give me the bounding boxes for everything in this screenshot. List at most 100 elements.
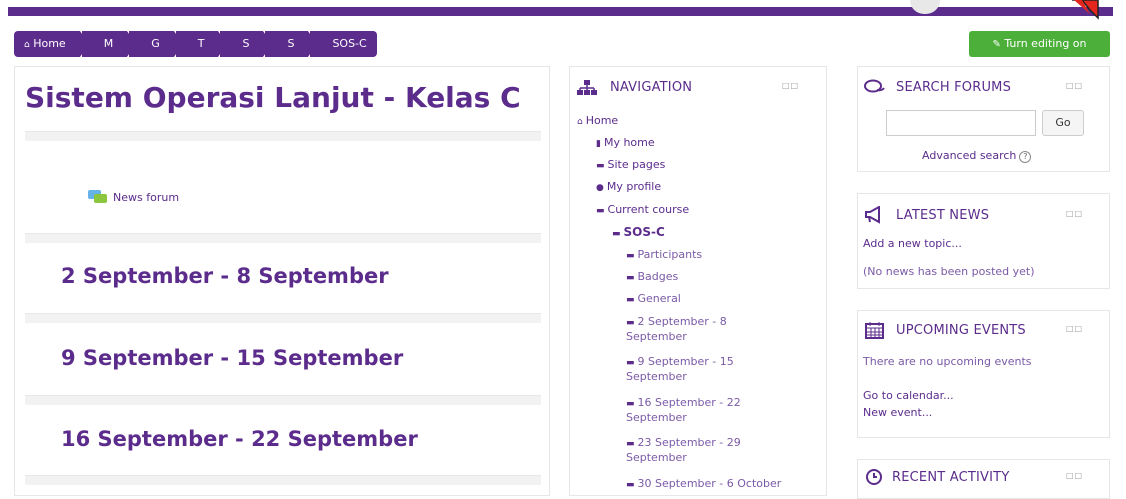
page-icon: ▮ [596, 139, 601, 149]
search-forums-input[interactable] [886, 110, 1036, 136]
breadcrumb-label: G [151, 37, 160, 50]
section-divider [25, 395, 541, 405]
nav-item-general[interactable]: ▬ General [626, 292, 681, 307]
new-event-link[interactable]: New event... [863, 406, 932, 419]
nav-item-current-course[interactable]: ▬ Current course [596, 203, 689, 218]
folder-icon: ▬ [596, 206, 605, 216]
breadcrumb-label: S [287, 37, 295, 50]
forum-icon [88, 190, 107, 203]
search-forums-title: SEARCH FORUMS [896, 80, 1012, 95]
nav-item-site-pages[interactable]: ▬ Site pages [596, 158, 665, 173]
nav-item-label: Home [585, 114, 619, 127]
folder-icon: ▬ [626, 439, 635, 449]
nav-item-home[interactable]: ⌂ Home [577, 114, 618, 129]
user-icon: ● [596, 183, 604, 193]
news-forum-link[interactable]: News forum [87, 189, 179, 205]
breadcrumb-home[interactable]: ⌂ Home [14, 31, 89, 57]
breadcrumb-label: T [197, 37, 205, 50]
latest-news-block: LATEST NEWS □□ Add a new topic... (No ne… [857, 193, 1110, 289]
nav-item-week-4[interactable]: ▬ 23 September - 29 September [626, 436, 741, 465]
no-news-text: (No news has been posted yet) [863, 265, 1035, 278]
nav-item-week-1[interactable]: ▬ 2 September - 8 September [626, 315, 727, 344]
nav-item-label: 9 September - 15 [637, 355, 734, 368]
nav-item-label: Badges [637, 270, 679, 283]
recent-activity-block: RECENT ACTIVITY □□ [857, 459, 1110, 499]
nav-item-label: Site pages [607, 158, 666, 171]
advanced-search-link[interactable]: Advanced search? [922, 149, 1032, 163]
advanced-search-label: Advanced search [922, 149, 1017, 162]
course-content: Sistem Operasi Lanjut - Kelas C News for… [14, 66, 550, 496]
nav-item-label-cont: September [626, 451, 687, 464]
nav-item-week-2[interactable]: ▬ 9 September - 15 September [626, 355, 734, 384]
week-heading: 9 September - 15 September [61, 346, 404, 370]
folder-icon: ▬ [626, 399, 635, 409]
home-icon: ⌂ [24, 40, 30, 50]
nav-item-label-cont: September [626, 370, 687, 383]
nav-item-badges[interactable]: ▬ Badges [626, 270, 678, 285]
nav-item-week-5[interactable]: ▬ 30 September - 6 October [626, 477, 781, 492]
folder-icon: ▬ [626, 273, 635, 283]
latest-news-title: LATEST NEWS [896, 208, 990, 223]
nav-item-label: 30 September - 6 October [637, 477, 782, 490]
week-heading: 2 September - 8 September [61, 264, 389, 288]
navbar-strip [8, 7, 1113, 16]
add-topic-link[interactable]: Add a new topic... [863, 237, 962, 250]
nav-item-label: 23 September - 29 [637, 436, 741, 449]
section-divider [25, 475, 541, 485]
turn-editing-on-button[interactable]: ✎ Turn editing on [969, 31, 1110, 57]
nav-item-my-home[interactable]: ▮ My home [596, 136, 655, 151]
upcoming-events-title: UPCOMING EVENTS [896, 323, 1026, 338]
sitemap-icon [577, 80, 597, 95]
folder-icon: ▬ [626, 480, 635, 490]
help-icon[interactable]: ? [1019, 151, 1032, 163]
course-title: Sistem Operasi Lanjut - Kelas C [25, 81, 521, 114]
block-controls-icon[interactable]: □□ [1066, 471, 1083, 480]
block-controls-icon[interactable]: □□ [1066, 324, 1083, 333]
go-button[interactable]: Go [1042, 110, 1084, 136]
navigation-block: NAVIGATION □□ ⌂ Home ▮ My home ▬ Site pages… [569, 66, 827, 496]
nav-item-label-cont: September [626, 330, 687, 343]
upcoming-events-block: UPCOMING EVENTS □□ There are no upcoming… [857, 310, 1110, 438]
home-icon: ⌂ [577, 117, 583, 127]
breadcrumb: ⌂ Home M G T S S SOS-C [14, 31, 379, 57]
breadcrumb-current[interactable]: SOS-C [310, 31, 377, 57]
no-events-text: There are no upcoming events [863, 355, 1032, 368]
nav-item-label: SOS-C [623, 225, 665, 239]
nav-item-participants[interactable]: ▬ Participants [626, 248, 702, 263]
breadcrumb-label: M [103, 37, 114, 50]
red-arrow-annotation [1072, 0, 1099, 20]
nav-item-label: Current course [607, 203, 690, 216]
section-divider [25, 313, 541, 323]
edit-icon: ✎ [992, 39, 1001, 50]
folder-icon: ▬ [626, 318, 635, 328]
calendar-icon [865, 322, 884, 339]
recent-activity-title: RECENT ACTIVITY [892, 470, 1010, 485]
folder-icon: ▬ [626, 358, 635, 368]
megaphone-icon [865, 206, 880, 224]
chat-icon [864, 79, 885, 93]
breadcrumb-label: SOS-C [332, 37, 367, 50]
block-controls-icon[interactable]: □□ [1066, 209, 1083, 218]
section-divider [25, 233, 541, 243]
nav-item-week-3[interactable]: ▬ 16 September - 22 September [626, 396, 741, 425]
nav-item-label: My home [603, 136, 655, 149]
nav-item-my-profile[interactable]: ● My profile [596, 180, 661, 195]
folder-icon: ▬ [626, 251, 635, 261]
breadcrumb-label: Home [33, 37, 66, 50]
nav-item-label-cont: September [626, 411, 687, 424]
block-controls-icon[interactable]: □□ [782, 81, 799, 90]
go-to-calendar-link[interactable]: Go to calendar... [863, 389, 954, 402]
nav-item-label: Participants [637, 248, 703, 261]
top-navbar [0, 0, 1126, 20]
breadcrumb-label: S [242, 37, 250, 50]
search-forums-block: SEARCH FORUMS □□ Go Advanced search? [857, 66, 1110, 172]
clock-icon [866, 469, 882, 485]
nav-item-label: 16 September - 22 [637, 396, 741, 409]
nav-item-label: 2 September - 8 [637, 315, 727, 328]
nav-item-label: General [637, 292, 681, 305]
section-divider [25, 131, 541, 141]
nav-item-label: My profile [606, 180, 662, 193]
nav-item-sos-c[interactable]: ▬ SOS-C [612, 225, 665, 241]
block-controls-icon[interactable]: □□ [1066, 81, 1083, 90]
navigation-title: NAVIGATION [610, 80, 693, 95]
